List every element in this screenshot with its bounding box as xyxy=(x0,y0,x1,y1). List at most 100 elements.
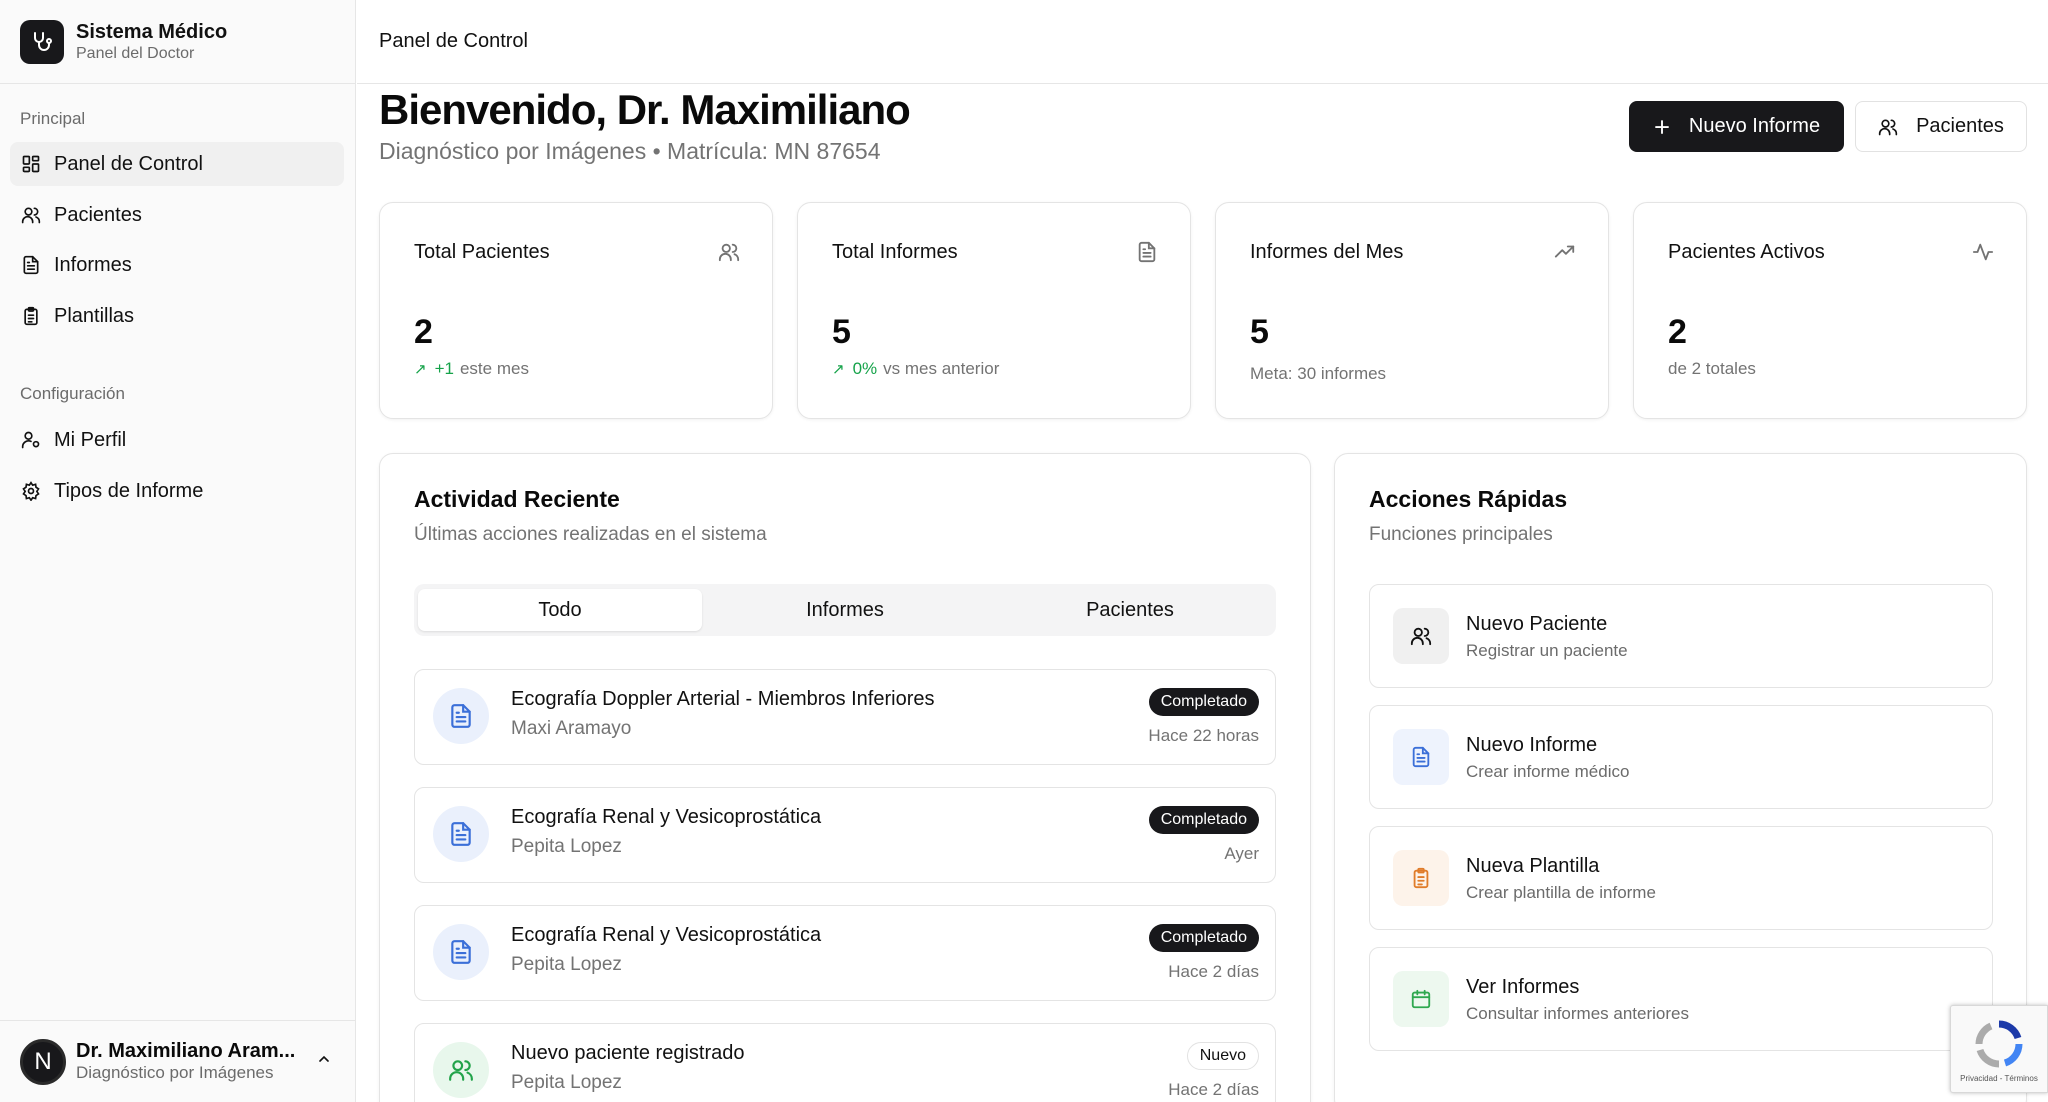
sidebar-item-label: Mi Perfil xyxy=(54,428,127,451)
activity-item[interactable]: Ecografía Renal y Vesicoprostática Pepit… xyxy=(414,905,1276,1001)
clipboard-icon xyxy=(20,305,42,327)
activity-time: Ayer xyxy=(1224,844,1259,863)
sidebar-item-label: Panel de Control xyxy=(54,152,203,175)
stat-title: Informes del Mes xyxy=(1250,241,1404,263)
sidebar-item-informes[interactable]: Informes xyxy=(10,243,344,287)
file-text-icon xyxy=(433,924,489,980)
activity-patient: Pepita Lopez xyxy=(511,836,622,857)
stethoscope-icon xyxy=(20,19,64,64)
sidebar-item-plantillas[interactable]: Plantillas xyxy=(10,294,344,338)
users-icon xyxy=(1878,117,1898,137)
quick-action-new-template[interactable]: Nueva Plantilla Crear plantilla de infor… xyxy=(1369,826,1993,930)
file-text-icon xyxy=(433,806,489,862)
page-title: Bienvenido, Dr. Maximiliano xyxy=(379,86,911,133)
users-icon xyxy=(20,204,42,226)
stat-value: 2 xyxy=(414,313,433,351)
panel-title: Actividad Reciente xyxy=(414,486,620,512)
file-text-icon xyxy=(433,688,489,744)
activity-title: Ecografía Doppler Arterial - Miembros In… xyxy=(511,688,935,710)
recent-activity-panel: Actividad Reciente Últimas acciones real… xyxy=(379,453,1311,1102)
sidebar-item-mi-perfil[interactable]: Mi Perfil xyxy=(10,418,344,462)
status-badge: Completado xyxy=(1148,688,1259,716)
clipboard-icon xyxy=(1393,850,1449,906)
tab-informes[interactable]: Informes xyxy=(703,589,987,631)
brand-title: Sistema Médico xyxy=(76,20,228,43)
stat-note: de 2 totales xyxy=(1668,359,1756,378)
sidebar-item-label: Plantillas xyxy=(54,304,135,327)
users-icon xyxy=(1393,608,1449,664)
recaptcha-links[interactable]: Privacidad - Términos xyxy=(1951,1074,2047,1083)
quick-actions-panel: Acciones Rápidas Funciones principales N… xyxy=(1334,453,2027,1102)
quick-action-subtitle: Consultar informes anteriores xyxy=(1466,1004,1689,1023)
avatar: N xyxy=(20,1038,66,1085)
patients-label: Pacientes xyxy=(1916,115,2004,137)
plus-icon xyxy=(1653,118,1671,136)
stat-title: Total Informes xyxy=(832,241,958,263)
section-label-configuracion: Configuración xyxy=(20,384,125,403)
user-menu[interactable]: N Dr. Maximiliano Aram... Diagnóstico po… xyxy=(0,1020,356,1102)
stat-delta: +1 xyxy=(434,359,454,378)
user-name: Dr. Maximiliano Aram... xyxy=(76,1040,296,1062)
users-icon xyxy=(433,1042,489,1098)
quick-action-new-report[interactable]: Nuevo Informe Crear informe médico xyxy=(1369,705,1993,809)
quick-action-title: Nuevo Informe xyxy=(1466,734,1598,756)
quick-action-view-reports[interactable]: Ver Informes Consultar informes anterior… xyxy=(1369,947,1993,1051)
status-badge: Completado xyxy=(1148,806,1259,834)
stat-value: 5 xyxy=(832,313,851,351)
dashboard-icon xyxy=(20,153,42,175)
new-report-button[interactable]: Nuevo Informe xyxy=(1629,101,1844,152)
activity-title: Ecografía Renal y Vesicoprostática xyxy=(511,924,822,946)
page-subtitle: Diagnóstico por Imágenes • Matrícula: MN… xyxy=(379,138,881,164)
tab-pacientes[interactable]: Pacientes xyxy=(988,589,1272,631)
sidebar-item-tipos-de-informe[interactable]: Tipos de Informe xyxy=(10,469,344,513)
chevron-up-icon[interactable] xyxy=(316,1051,332,1072)
activity-time: Hace 22 horas xyxy=(1148,726,1259,745)
quick-action-subtitle: Registrar un paciente xyxy=(1466,641,1628,660)
sidebar-item-panel-de-control[interactable]: Panel de Control xyxy=(10,142,344,186)
tab-todo[interactable]: Todo xyxy=(418,589,702,631)
breadcrumb-current: Panel de Control xyxy=(379,30,528,52)
stat-delta: 0% xyxy=(852,359,878,378)
recaptcha-badge[interactable]: Privacidad - Términos xyxy=(1950,1005,2048,1093)
activity-item[interactable]: Ecografía Doppler Arterial - Miembros In… xyxy=(414,669,1276,765)
activity-time: Hace 2 días xyxy=(1168,962,1259,981)
stat-card-total-pacientes: Total Pacientes 2 ↗ +1 este mes xyxy=(379,202,773,419)
quick-action-new-patient[interactable]: Nuevo Paciente Registrar un paciente xyxy=(1369,584,1993,688)
sidebar: Sistema Médico Panel del Doctor Principa… xyxy=(0,0,356,1102)
activity-time: Hace 2 días xyxy=(1168,1080,1259,1099)
sidebar-item-label: Informes xyxy=(54,253,132,276)
sidebar-item-label: Tipos de Informe xyxy=(54,479,204,502)
brand-subtitle: Panel del Doctor xyxy=(76,44,195,62)
panel-subtitle: Últimas acciones realizadas en el sistem… xyxy=(414,524,767,545)
activity-patient: Pepita Lopez xyxy=(511,1072,622,1093)
brand-header[interactable]: Sistema Médico Panel del Doctor xyxy=(0,0,355,84)
recaptcha-icon xyxy=(1973,1018,2025,1075)
activity-patient: Pepita Lopez xyxy=(511,954,622,975)
quick-action-subtitle: Crear informe médico xyxy=(1466,762,1630,781)
quick-action-title: Nuevo Paciente xyxy=(1466,613,1608,635)
settings-icon xyxy=(20,480,42,502)
panel-title: Acciones Rápidas xyxy=(1369,486,1568,512)
trending-up-icon xyxy=(1554,241,1576,268)
activity-tabs: Todo Informes Pacientes xyxy=(414,584,1276,636)
quick-action-subtitle: Crear plantilla de informe xyxy=(1466,883,1656,902)
user-specialty: Diagnóstico por Imágenes xyxy=(76,1063,274,1082)
user-cog-icon xyxy=(20,429,42,451)
stat-title: Pacientes Activos xyxy=(1668,241,1825,263)
stat-note: Meta: 30 informes xyxy=(1250,364,1387,383)
status-badge: Nuevo xyxy=(1186,1042,1259,1070)
file-text-icon xyxy=(20,254,42,276)
activity-title: Nuevo paciente registrado xyxy=(511,1042,745,1064)
activity-patient: Maxi Aramayo xyxy=(511,718,632,739)
patients-button[interactable]: Pacientes xyxy=(1855,101,2027,152)
activity-icon xyxy=(1972,241,1994,268)
stat-title: Total Pacientes xyxy=(414,241,550,263)
activity-item[interactable]: Ecografía Renal y Vesicoprostática Pepit… xyxy=(414,787,1276,883)
sidebar-item-label: Pacientes xyxy=(54,203,142,226)
sidebar-item-pacientes[interactable]: Pacientes xyxy=(10,193,344,237)
quick-action-title: Ver Informes xyxy=(1466,976,1580,998)
arrow-up-right-icon: ↗ xyxy=(832,361,845,378)
arrow-up-right-icon: ↗ xyxy=(414,361,427,378)
users-icon xyxy=(718,241,740,268)
activity-item[interactable]: Nuevo paciente registrado Pepita Lopez N… xyxy=(414,1023,1276,1102)
